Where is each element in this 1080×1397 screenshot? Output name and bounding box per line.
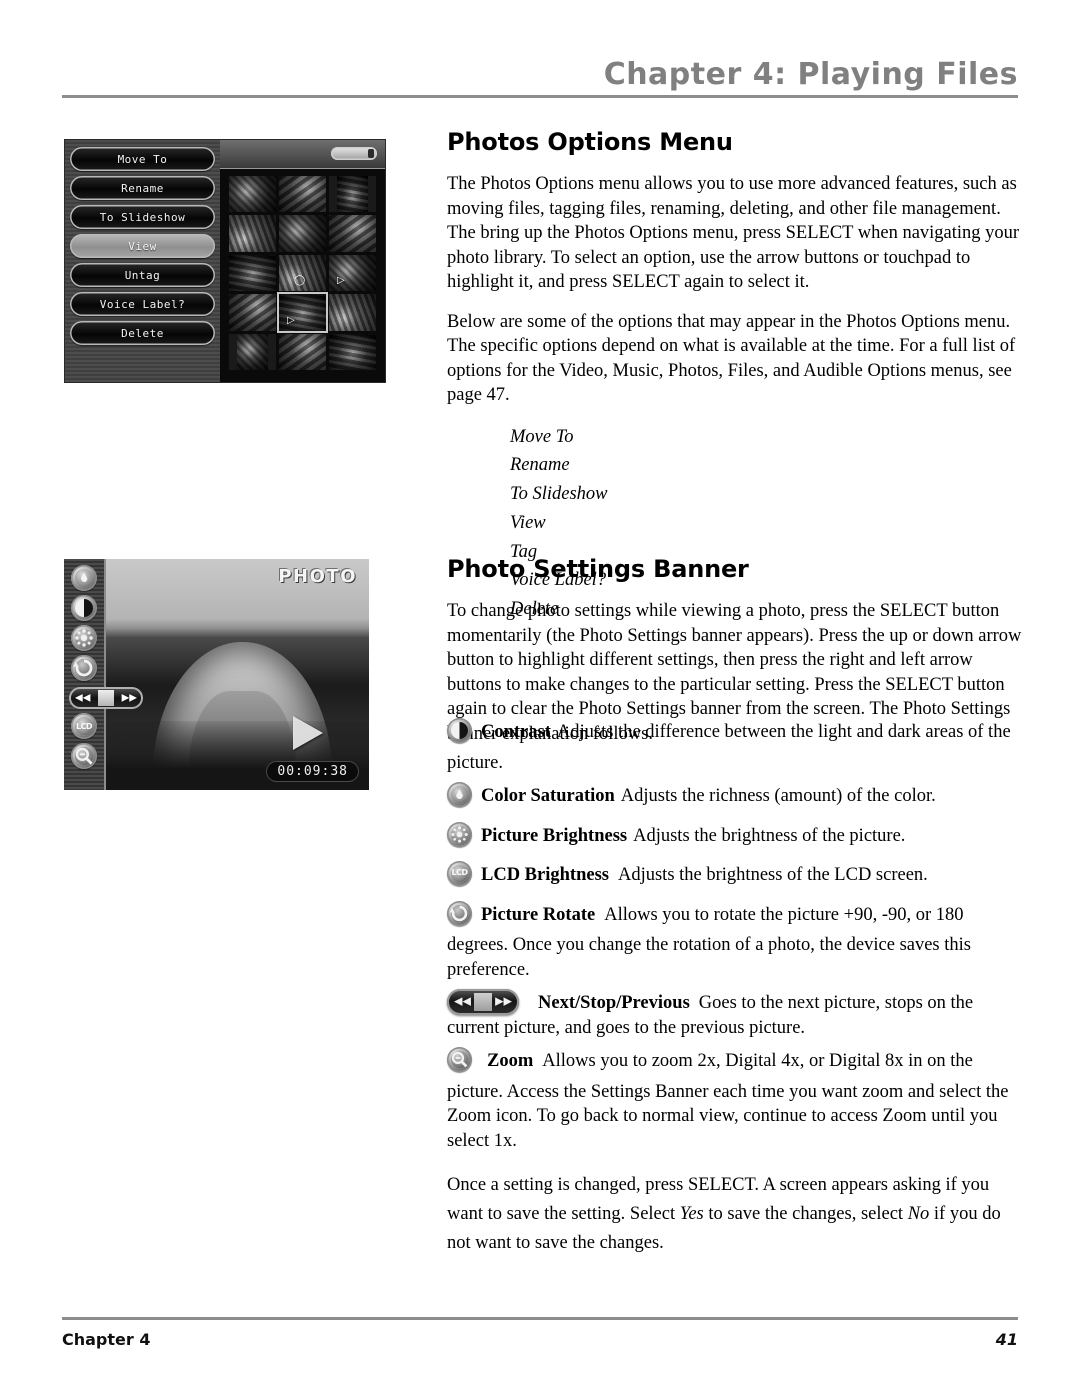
paragraph: The Photos Options menu allows you to us… bbox=[447, 174, 1020, 292]
device-menu-button-rename[interactable]: Rename bbox=[70, 176, 215, 200]
document-page: Chapter 4: Playing Files Move To Rename … bbox=[0, 0, 1080, 1397]
definition-color-saturation: Color Saturation Adjusts the richness (am… bbox=[447, 782, 1027, 815]
header-rule bbox=[62, 95, 1018, 98]
photo-thumbnail[interactable] bbox=[279, 176, 326, 213]
chapter-header-title: Chapter 4: Playing Files bbox=[603, 57, 1018, 92]
picture-rotate-knob-icon[interactable] bbox=[71, 655, 97, 681]
stop-icon bbox=[474, 993, 492, 1011]
page-footer: Chapter 4 41 bbox=[62, 1317, 1018, 1349]
photo-thumbnail-grid: ◯ ▷ ▷ bbox=[229, 176, 376, 370]
closing-part-b: to save the changes, select bbox=[703, 1204, 908, 1224]
photo-thumbnail[interactable] bbox=[329, 176, 376, 213]
options-list-item: View bbox=[510, 512, 546, 533]
device-options-menu: Move To Rename To Slideshow View Untag V… bbox=[65, 140, 220, 382]
definition-picture-rotate: Picture Rotate Allows you to rotate the p… bbox=[447, 900, 1027, 983]
options-list-item: Rename bbox=[510, 455, 570, 476]
photo-thumbnail[interactable]: ▷ bbox=[329, 254, 376, 292]
definition-picture-brightness: Picture Brightness Adjusts the brightness… bbox=[447, 821, 1027, 855]
play-badge-icon: ▷ bbox=[287, 314, 295, 326]
play-badge-icon: ▷ bbox=[337, 275, 345, 287]
stop-icon[interactable] bbox=[98, 690, 114, 706]
definition-description: Adjusts the brightness of the LCD screen… bbox=[617, 865, 928, 885]
definition-next-stop-previous: ◀◀ ▶▶ Next/Stop/Previous Goes to the next… bbox=[447, 989, 1027, 1040]
definition-term: Color Saturation bbox=[481, 786, 615, 806]
zoom-knob-icon bbox=[447, 1047, 472, 1080]
photo-thumbnail[interactable] bbox=[279, 333, 326, 370]
figure-photo-settings-banner: ◀◀ ▶▶ LCD PHOTO 00:09:38 bbox=[64, 559, 369, 790]
photo-thumbnail[interactable] bbox=[329, 333, 376, 370]
device-menu-button-to-slideshow[interactable]: To Slideshow bbox=[70, 205, 215, 229]
photo-thumbnail-selected[interactable]: ▷ bbox=[277, 292, 328, 333]
photo-mode-label: PHOTO bbox=[278, 566, 357, 587]
voice-tag-icon: ◯ bbox=[294, 275, 306, 287]
definition-term: Picture Brightness bbox=[481, 825, 628, 846]
section-photos-options-menu: Photos Options Menu The Photos Options m… bbox=[447, 128, 1025, 624]
photo-thumbnail[interactable] bbox=[329, 294, 376, 331]
photo-thumbnail[interactable] bbox=[229, 176, 276, 213]
device-menu-button-view[interactable]: View bbox=[70, 234, 215, 258]
definition-term: Contrast bbox=[481, 722, 551, 742]
photo-thumbnail[interactable]: ◯ bbox=[279, 254, 326, 292]
definition-zoom: Zoom Allows you to zoom 2x, Digital 4x, o… bbox=[447, 1047, 1027, 1153]
battery-icon bbox=[331, 147, 377, 160]
photo-thumbnail[interactable] bbox=[229, 294, 276, 331]
definition-term: Next/Stop/Previous bbox=[538, 993, 690, 1013]
picture-brightness-knob-icon[interactable] bbox=[71, 625, 97, 651]
contrast-knob-icon[interactable] bbox=[71, 595, 97, 621]
closing-paragraph: Once a setting is changed, press SELECT.… bbox=[447, 1171, 1027, 1258]
device-menu-button-untag[interactable]: Untag bbox=[70, 263, 215, 287]
next-icon: ▶▶ bbox=[495, 995, 512, 1008]
next-icon[interactable]: ▶▶ bbox=[122, 693, 137, 704]
definition-contrast: Contrast Adjusts the difference between t… bbox=[447, 718, 1027, 775]
page-header: Chapter 4: Playing Files bbox=[62, 58, 1018, 98]
photo-thumbnail[interactable] bbox=[279, 215, 326, 252]
yes-emphasis: Yes bbox=[679, 1204, 704, 1224]
previous-icon[interactable]: ◀◀ bbox=[75, 693, 90, 704]
picture-rotate-knob-icon bbox=[447, 900, 472, 934]
definition-term: Picture Rotate bbox=[481, 904, 596, 925]
zoom-knob-icon[interactable] bbox=[71, 743, 97, 769]
definition-description: Goes to the next picture, stops on the c… bbox=[447, 993, 974, 1038]
color-saturation-knob-icon bbox=[447, 782, 472, 815]
play-indicator-icon bbox=[293, 716, 323, 750]
color-saturation-knob-icon[interactable] bbox=[71, 565, 97, 591]
page-number: 41 bbox=[995, 1330, 1018, 1349]
next-stop-previous-pill-icon[interactable]: ◀◀ ▶▶ bbox=[69, 687, 143, 709]
lcd-brightness-knob-icon[interactable]: LCD bbox=[71, 713, 97, 739]
picture-brightness-knob-icon bbox=[447, 821, 472, 855]
definition-term: LCD Brightness bbox=[481, 865, 609, 885]
definition-lcd-brightness: LCD LCD Brightness Adjusts the brightness… bbox=[447, 861, 1027, 894]
page-title: Photos Options Menu bbox=[447, 128, 733, 156]
photo-thumbnail[interactable] bbox=[229, 254, 276, 292]
next-stop-previous-pill-icon: ◀◀ ▶▶ bbox=[447, 989, 519, 1015]
photo-thumbnail[interactable] bbox=[329, 215, 376, 252]
settings-definition-list: Contrast Adjusts the difference between t… bbox=[447, 718, 1027, 1273]
photo-thumbnail[interactable] bbox=[229, 333, 276, 370]
device-status-bar bbox=[220, 140, 385, 169]
figure-photos-options-menu: Move To Rename To Slideshow View Untag V… bbox=[64, 139, 386, 383]
section-title: Photo Settings Banner bbox=[447, 555, 749, 583]
device-menu-button-move-to[interactable]: Move To bbox=[70, 147, 215, 171]
timecode-display: 00:09:38 bbox=[266, 761, 359, 782]
device-menu-button-voice-label[interactable]: Voice Label? bbox=[70, 292, 215, 316]
paragraph: Below are some of the options that may a… bbox=[447, 311, 1016, 406]
footer-rule bbox=[62, 1317, 1018, 1320]
options-list-item: Move To bbox=[510, 426, 574, 447]
device-photo-library-pane: ◯ ▷ ▷ bbox=[220, 140, 385, 382]
definition-description: Adjusts the brightness of the picture. bbox=[633, 825, 906, 846]
lcd-brightness-knob-icon: LCD bbox=[447, 861, 472, 894]
options-list-item: To Slideshow bbox=[510, 484, 608, 505]
definition-description: Adjusts the richness (amount) of the col… bbox=[620, 786, 936, 806]
device-settings-banner: ◀◀ ▶▶ LCD bbox=[64, 559, 143, 790]
device-photo-preview: PHOTO 00:09:38 bbox=[106, 559, 369, 790]
contrast-knob-icon bbox=[447, 718, 472, 751]
definition-term: Zoom bbox=[487, 1051, 534, 1071]
photo-thumbnail[interactable] bbox=[229, 215, 276, 252]
no-emphasis: No bbox=[907, 1204, 930, 1224]
device-menu-button-delete[interactable]: Delete bbox=[70, 321, 215, 345]
footer-chapter-label: Chapter 4 bbox=[62, 1330, 151, 1349]
previous-icon: ◀◀ bbox=[454, 995, 471, 1008]
